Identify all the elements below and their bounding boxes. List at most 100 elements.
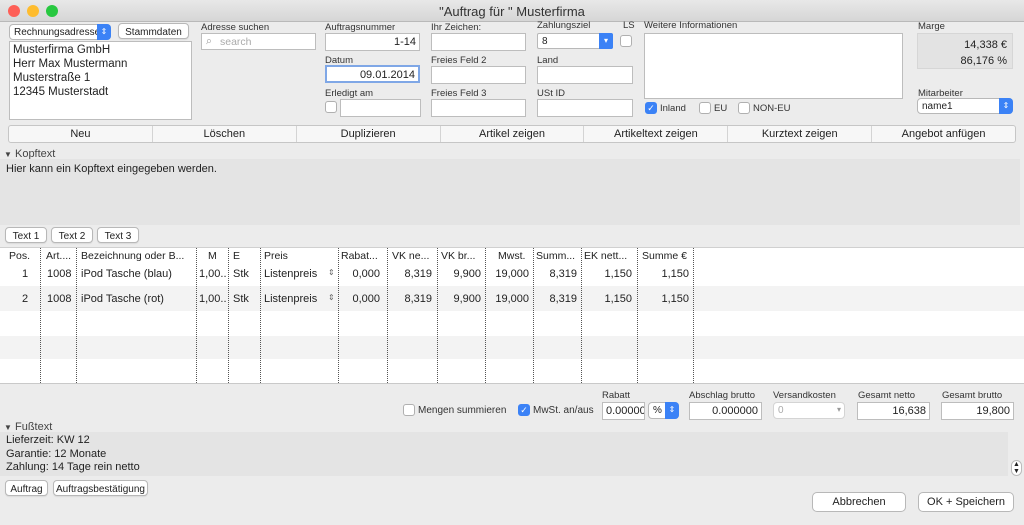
ls-checkbox[interactable] <box>620 35 632 47</box>
table-cell[interactable]: 8,319 <box>534 268 577 280</box>
col-header[interactable]: Preis <box>264 250 288 262</box>
land-input[interactable] <box>537 66 633 84</box>
table-cell[interactable]: 8,319 <box>388 293 432 305</box>
table-cell[interactable]: iPod Tasche (blau) <box>81 268 172 280</box>
table-cell[interactable]: Stk <box>233 293 249 305</box>
cancel-button[interactable]: Abbrechen <box>812 492 906 512</box>
ihr-zeichen-input[interactable] <box>431 33 526 51</box>
duplizieren-button[interactable]: Duplizieren <box>297 126 441 142</box>
table-cell[interactable]: 19,000 <box>486 293 529 305</box>
kurztext-zeigen-button[interactable]: Kurztext zeigen <box>728 126 873 142</box>
zahlungsziel-value: 8 <box>542 36 548 47</box>
col-header[interactable]: M <box>208 250 217 262</box>
table-cell[interactable]: 1,00... <box>199 268 227 280</box>
table-cell[interactable]: 9,900 <box>438 268 481 280</box>
fusstext-stepper[interactable]: ▲ ▼ <box>1011 460 1022 476</box>
versandkosten-value: 0 <box>778 405 784 416</box>
col-header[interactable]: Bezeichnung oder B... <box>81 250 193 262</box>
address-line: Herr Max Mustermann <box>13 58 128 70</box>
save-button[interactable]: OK + Speichern <box>918 492 1014 512</box>
search-label: Adresse suchen <box>201 22 270 33</box>
table-cell[interactable]: 1008 <box>47 268 71 280</box>
angebot-anfuegen-button[interactable]: Angebot anfügen <box>872 126 1015 142</box>
table-cell[interactable]: 8,319 <box>534 293 577 305</box>
done-date-input[interactable] <box>340 99 421 117</box>
abschlag-input[interactable]: 0.000000 <box>689 402 762 420</box>
table-cell[interactable]: 1,150 <box>582 293 632 305</box>
stepper-icon[interactable]: ⇕ <box>328 293 335 302</box>
mengen-summieren-checkbox[interactable] <box>403 404 415 416</box>
table-cell[interactable]: Stk <box>233 268 249 280</box>
table-cell[interactable]: 1008 <box>47 293 71 305</box>
col-header[interactable]: VK ne... <box>392 250 434 262</box>
order-nr-label: Auftragsnummer <box>325 22 396 33</box>
col-header[interactable]: E <box>233 250 240 262</box>
auftragsbestaetigung-button[interactable]: Auftragsbestätigung <box>53 480 148 496</box>
table-cell[interactable]: iPod Tasche (rot) <box>81 293 164 305</box>
mitarbeiter-select[interactable]: name1 ⇕ <box>917 98 1013 114</box>
ust-id-input[interactable] <box>537 99 633 117</box>
col-header[interactable]: VK br... <box>441 250 483 262</box>
table-cell[interactable]: 1,150 <box>582 268 632 280</box>
kopftext-textarea[interactable]: Hier kann ein Kopftext eingegeben werden… <box>0 159 1020 225</box>
table-cell[interactable]: 8,319 <box>388 268 432 280</box>
address-type-select[interactable]: Rechnungsadresse ⇕ <box>9 24 111 40</box>
table-cell[interactable]: Listenpreis <box>264 268 317 280</box>
inland-checkbox[interactable]: ✓ <box>645 102 657 114</box>
title-bar: "Auftrag für " Musterfirma <box>0 0 1024 22</box>
col-header[interactable]: Summ... <box>536 250 578 262</box>
col-header[interactable]: Pos. <box>9 250 30 262</box>
table-cell[interactable]: 2 <box>22 293 28 305</box>
rabatt-input[interactable]: 0.00000 <box>602 402 645 420</box>
freies-feld-3-input[interactable] <box>431 99 526 117</box>
col-header[interactable]: EK nett... <box>584 250 634 262</box>
fusstext-textarea[interactable]: Lieferzeit: KW 12 Garantie: 12 Monate Za… <box>0 432 1008 476</box>
table-cell[interactable]: 19,000 <box>486 268 529 280</box>
gesamt-brutto-label: Gesamt brutto <box>942 390 1003 401</box>
table-cell[interactable]: 0,000 <box>338 293 380 305</box>
auftrag-button[interactable]: Auftrag <box>5 480 48 496</box>
col-header[interactable]: Rabat... <box>341 250 383 262</box>
table-cell[interactable]: 0,000 <box>338 268 380 280</box>
gesamt-netto-input[interactable]: 16,638 <box>857 402 930 420</box>
artikel-zeigen-button[interactable]: Artikel zeigen <box>441 126 585 142</box>
stammdaten-button[interactable]: Stammdaten <box>118 23 189 39</box>
fusstext-line: Zahlung: 14 Tage rein netto <box>6 461 140 473</box>
freies-feld-2-input[interactable] <box>431 66 526 84</box>
text-1-button[interactable]: Text 1 <box>5 227 47 243</box>
col-header[interactable]: Summe € <box>642 250 687 262</box>
rabatt-unit-select[interactable]: % ⇕ <box>648 402 679 419</box>
search-placeholder: search <box>220 36 252 48</box>
order-nr-input[interactable]: 1-14 <box>325 33 420 51</box>
eu-checkbox[interactable] <box>699 102 711 114</box>
col-header[interactable]: Mwst. <box>498 250 525 262</box>
done-checkbox[interactable] <box>325 101 337 113</box>
artikeltext-zeigen-button[interactable]: Artikeltext zeigen <box>584 126 729 142</box>
zahlungsziel-select[interactable]: 8 ▾ <box>537 33 613 49</box>
marge-box: 14,338 € 86,176 % <box>917 33 1013 69</box>
ls-label: LS <box>623 20 635 31</box>
gesamt-brutto-input[interactable]: 19,800 <box>941 402 1014 420</box>
versandkosten-select[interactable]: 0 ▾ <box>773 402 845 419</box>
search-input[interactable]: ⌕ search <box>201 33 316 50</box>
disclosure-triangle-icon: ▼ <box>4 150 12 159</box>
address-textarea[interactable]: Musterfirma GmbH Herr Max Mustermann Mus… <box>9 41 192 120</box>
mwst-checkbox[interactable]: ✓ <box>518 404 530 416</box>
chevron-down-icon: ▾ <box>836 405 841 414</box>
neu-button[interactable]: Neu <box>9 126 153 142</box>
loeschen-button[interactable]: Löschen <box>153 126 297 142</box>
table-cell[interactable]: Listenpreis <box>264 293 317 305</box>
stepper-icon[interactable]: ⇕ <box>328 268 335 277</box>
non-eu-checkbox[interactable] <box>738 102 750 114</box>
table-cell[interactable]: 1,150 <box>638 268 689 280</box>
col-header[interactable]: Art.... <box>46 250 76 262</box>
text-2-button[interactable]: Text 2 <box>51 227 93 243</box>
table-cell[interactable]: 1,150 <box>638 293 689 305</box>
positions-table[interactable]: Pos. Art.... Bezeichnung oder B... M E P… <box>0 247 1024 384</box>
table-cell[interactable]: 9,900 <box>438 293 481 305</box>
table-cell[interactable]: 1,00... <box>199 293 227 305</box>
weitere-info-textarea[interactable] <box>644 33 903 99</box>
table-cell[interactable]: 1 <box>22 268 28 280</box>
date-input[interactable]: 09.01.2014 <box>325 65 420 83</box>
text-3-button[interactable]: Text 3 <box>97 227 139 243</box>
